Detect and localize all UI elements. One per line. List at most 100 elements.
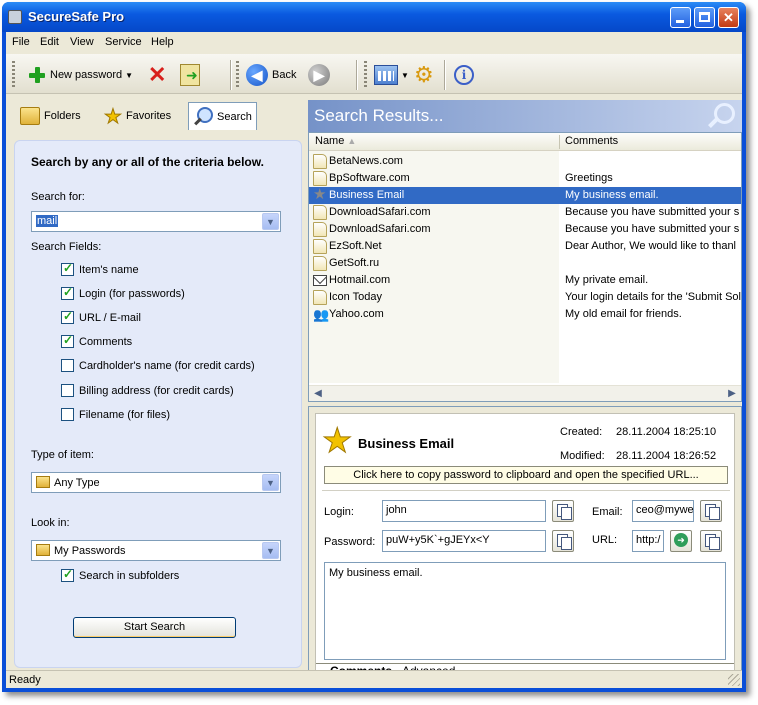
tab-folders-label: Folders bbox=[44, 110, 81, 122]
url-label: URL: bbox=[592, 534, 618, 546]
menu-service[interactable]: Service bbox=[105, 36, 142, 48]
checkbox[interactable] bbox=[61, 408, 74, 421]
chevron-down-icon[interactable]: ▼ bbox=[262, 542, 279, 559]
dropdown-arrow-icon[interactable]: ▼ bbox=[125, 71, 133, 80]
table-row-selected[interactable]: ★ Business Email My business email. bbox=[309, 187, 741, 204]
checkbox-cardholder[interactable]: Cardholder's name (for credit cards) bbox=[61, 359, 255, 372]
horizontal-scrollbar[interactable]: ◀ ▶ bbox=[309, 385, 741, 401]
email-field[interactable]: ceo@mywe bbox=[632, 500, 694, 522]
scroll-right-icon[interactable]: ▶ bbox=[725, 387, 739, 401]
chevron-down-icon[interactable]: ▼ bbox=[262, 213, 279, 230]
table-row[interactable]: DownloadSafari.com Because you have subm… bbox=[309, 204, 741, 221]
copy-password-button[interactable] bbox=[552, 530, 574, 552]
checkbox-billing[interactable]: Billing address (for credit cards) bbox=[61, 384, 234, 397]
table-row[interactable]: 👥 Yahoo.com My old email for friends. bbox=[309, 306, 741, 323]
table-row[interactable]: BpSoftware.com Greetings bbox=[309, 170, 741, 187]
settings-button[interactable]: ⚙ bbox=[414, 64, 434, 86]
results-list[interactable]: Name ▲ Comments BetaNews.com BpSoftware.… bbox=[308, 132, 742, 402]
checkbox-url-email[interactable]: URL / E-mail bbox=[61, 309, 141, 324]
copy-password-bar[interactable]: Click here to copy password to clipboard… bbox=[324, 466, 728, 484]
table-row[interactable]: Hotmail.com My private email. bbox=[309, 272, 741, 289]
delete-button[interactable]: ✕ bbox=[148, 64, 166, 86]
chevron-down-icon[interactable]: ▼ bbox=[262, 474, 279, 491]
table-row[interactable]: DownloadSafari.com Because you have subm… bbox=[309, 221, 741, 238]
toolbar-grip[interactable] bbox=[364, 61, 367, 89]
dropdown-arrow-icon[interactable]: ▼ bbox=[401, 71, 409, 80]
search-for-value[interactable]: mail bbox=[36, 215, 59, 227]
star-icon: ★ bbox=[104, 105, 123, 128]
tab-search[interactable]: Search bbox=[188, 102, 257, 130]
row-comment: My business email. bbox=[565, 189, 659, 201]
tab-favorites[interactable]: ★ Favorites bbox=[100, 102, 175, 130]
menu-help[interactable]: Help bbox=[151, 36, 174, 48]
menu-view[interactable]: View bbox=[70, 36, 94, 48]
back-label: Back bbox=[272, 69, 297, 81]
checkbox[interactable] bbox=[61, 261, 74, 276]
column-header-comments[interactable]: Comments bbox=[565, 135, 618, 147]
left-tab-bar: Folders ★ Favorites Search bbox=[6, 100, 304, 132]
export-button[interactable] bbox=[180, 64, 200, 86]
table-row[interactable]: GetSoft.ru bbox=[309, 255, 741, 272]
checkbox-subfolders[interactable]: Search in subfolders bbox=[61, 567, 179, 582]
start-search-button[interactable]: Start Search bbox=[73, 617, 236, 638]
close-button[interactable]: ✕ bbox=[718, 7, 739, 28]
results-header: Search Results... bbox=[308, 100, 742, 132]
copy-login-button[interactable] bbox=[552, 500, 574, 522]
menu-file[interactable]: File bbox=[12, 36, 30, 48]
copy-url-button[interactable] bbox=[700, 530, 722, 552]
login-field[interactable]: john bbox=[382, 500, 546, 522]
password-field[interactable]: puW+y5K`+gJEYx<Y bbox=[382, 530, 546, 552]
document-icon bbox=[313, 154, 327, 169]
checkbox[interactable] bbox=[61, 359, 74, 372]
view-button[interactable]: ▼ bbox=[374, 64, 409, 86]
tab-folders[interactable]: Folders bbox=[16, 102, 85, 130]
divider bbox=[322, 490, 730, 491]
title-bar[interactable]: SecureSafe Pro ✕ bbox=[2, 2, 746, 32]
checkbox-items-name[interactable]: Item's name bbox=[61, 261, 139, 276]
toolbar-grip[interactable] bbox=[236, 61, 239, 89]
resize-grip-icon[interactable] bbox=[728, 674, 740, 686]
checkbox[interactable] bbox=[61, 384, 74, 397]
table-row[interactable]: Icon Today Your login details for the 'S… bbox=[309, 289, 741, 306]
menu-edit[interactable]: Edit bbox=[40, 36, 59, 48]
checkbox[interactable] bbox=[61, 333, 74, 348]
checkbox-comments[interactable]: Comments bbox=[61, 333, 133, 348]
minimize-button[interactable] bbox=[670, 7, 691, 28]
row-comment: Because you have submitted your s bbox=[565, 206, 740, 218]
created-value: 28.11.2004 18:25:10 bbox=[616, 426, 717, 438]
look-in-value: My Passwords bbox=[36, 544, 126, 557]
modified-value: 28.11.2004 18:26:52 bbox=[616, 450, 717, 462]
toolbar-separator bbox=[444, 60, 446, 90]
toolbar-grip[interactable] bbox=[12, 61, 15, 89]
maximize-button[interactable] bbox=[694, 7, 715, 28]
url-field[interactable]: http:/ bbox=[632, 530, 664, 552]
checkbox-label: Comments bbox=[79, 335, 133, 348]
about-button[interactable]: i bbox=[454, 64, 474, 86]
look-in-select[interactable]: My Passwords ▼ bbox=[31, 540, 281, 561]
table-row[interactable]: EzSoft.Net Dear Author, We would like to… bbox=[309, 238, 741, 255]
checkbox-login[interactable]: Login (for passwords) bbox=[61, 285, 185, 300]
scroll-left-icon[interactable]: ◀ bbox=[311, 387, 325, 401]
checkbox-filename[interactable]: Filename (for files) bbox=[61, 408, 170, 421]
created-label: Created: bbox=[560, 426, 603, 438]
open-url-button[interactable] bbox=[670, 530, 692, 552]
search-for-label: Search for: bbox=[31, 191, 85, 203]
back-button[interactable]: ◀ Back bbox=[246, 64, 296, 86]
search-for-combo[interactable]: mail ▼ bbox=[31, 211, 281, 232]
row-name: Icon Today bbox=[329, 291, 383, 303]
copy-email-button[interactable] bbox=[700, 500, 722, 522]
forward-button[interactable]: ▶ bbox=[308, 64, 330, 86]
row-comment: Your login details for the 'Submit Sol bbox=[565, 291, 741, 303]
column-header-name[interactable]: Name ▲ bbox=[315, 135, 356, 147]
checkbox[interactable] bbox=[61, 285, 74, 300]
new-password-button[interactable]: New password ▼ bbox=[28, 64, 133, 86]
window-title: SecureSafe Pro bbox=[28, 9, 125, 24]
table-row[interactable]: BetaNews.com bbox=[309, 153, 741, 170]
type-of-item-select[interactable]: Any Type ▼ bbox=[31, 472, 281, 493]
checkbox[interactable] bbox=[61, 567, 74, 582]
column-divider[interactable] bbox=[559, 135, 560, 149]
comments-textarea[interactable]: My business email. bbox=[324, 562, 726, 660]
envelope-icon bbox=[313, 275, 327, 286]
row-name: Hotmail.com bbox=[329, 274, 391, 286]
checkbox[interactable] bbox=[61, 309, 74, 324]
